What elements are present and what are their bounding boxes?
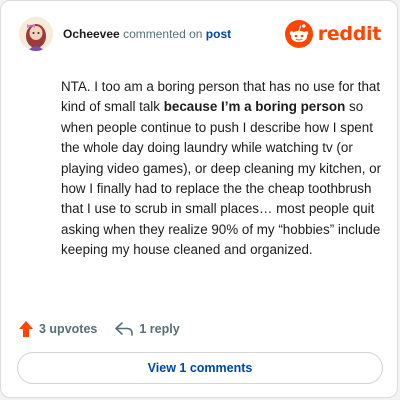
byline: Ocheevee commented on post <box>63 27 231 41</box>
comment-header: Ocheevee commented on post reddit <box>19 17 381 51</box>
reply-count: 1 reply <box>139 322 180 336</box>
byline-action-text: commented on <box>123 27 203 41</box>
user-avatar[interactable] <box>19 17 53 51</box>
upvote-count: 3 upvotes <box>39 322 98 336</box>
reply-button[interactable]: 1 reply <box>115 322 180 336</box>
view-comments-button[interactable]: View 1 comments <box>17 352 383 384</box>
comment-actions: 3 upvotes 1 reply <box>19 319 180 339</box>
comment-card: Ocheevee commented on post reddit NTA. I… <box>0 0 398 398</box>
upvote-button[interactable]: 3 upvotes <box>19 321 97 337</box>
username-link[interactable]: Ocheevee <box>63 27 120 41</box>
post-link[interactable]: post <box>206 27 231 41</box>
upvote-arrow-icon <box>19 321 33 337</box>
reddit-wordmark: reddit <box>317 23 382 45</box>
view-comments-label: View 1 comments <box>147 361 253 375</box>
reddit-brand[interactable]: reddit <box>284 20 382 48</box>
comment-body: NTA. I too am a boring person that has n… <box>61 77 391 261</box>
comment-body-bold: because I’m a boring person <box>163 99 346 115</box>
reply-arrow-icon <box>115 322 134 336</box>
reddit-logo-icon <box>284 20 313 48</box>
comment-body-text-end: so when people continue to push I descri… <box>61 99 382 258</box>
